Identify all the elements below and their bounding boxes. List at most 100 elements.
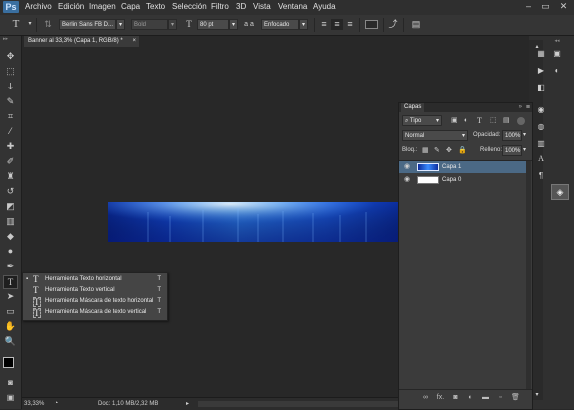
zoom-level[interactable]: 33,33% [24,398,44,410]
flyout-item-vertical-type-mask[interactable]: T Herramienta Máscara de texto vertical … [23,307,167,318]
chevron-down-icon[interactable]: ▾ [299,19,308,30]
layers-panel-toggle-icon[interactable]: ◈ [551,184,569,200]
maximize-icon[interactable]: ▭ [541,2,550,11]
flyout-item-horizontal-type[interactable]: ▪ T Herramienta Texto horizontal T [23,274,167,285]
filter-type-icon[interactable]: T [477,115,482,126]
actions-panel-icon[interactable]: ▶ [535,65,547,76]
chevron-down-icon[interactable]: ▾ [116,19,125,30]
warp-text-icon[interactable]: ⤴ [387,19,399,30]
history-panel-icon[interactable]: ▦ [535,48,547,59]
menu-imagen[interactable]: Imagen [89,2,116,11]
filter-adjustment-icon[interactable]: ◐ [464,115,468,126]
blur-tool-icon[interactable]: ◆ [4,230,17,242]
opacity-field[interactable]: 100% [502,130,522,141]
chevron-down-icon[interactable]: ▾ [523,130,526,141]
zoom-tool-icon[interactable]: 🔍 [4,335,17,347]
brush-tool-icon[interactable]: ✐ [4,155,17,167]
menu-ventana[interactable]: Ventana [278,2,307,11]
layer-filter-select[interactable]: ⌕ Tipo ▾ [402,115,442,126]
close-icon[interactable]: ✕ [559,2,568,11]
lock-all-icon[interactable]: 🔒 [458,145,467,156]
font-style-select[interactable]: Bold [131,19,168,30]
menu-vista[interactable]: Vista [253,2,271,11]
character-panel-icon[interactable]: A [535,153,547,164]
eraser-tool-icon[interactable]: ◩ [4,200,17,212]
foreground-color-swatch[interactable] [3,357,14,368]
blend-mode-select[interactable]: Normal ▾ [402,130,468,141]
history-brush-icon[interactable]: ↺ [4,185,17,197]
filter-smart-object-icon[interactable]: ▤ [503,115,510,126]
font-family-select[interactable]: Berlin Sans FB D... [59,19,116,30]
chevron-down-icon[interactable]: ▾ [523,145,526,156]
banner-image[interactable] [108,202,398,242]
text-orientation-icon[interactable]: ⇅ [42,19,54,30]
new-layer-icon[interactable]: ▫ [496,393,505,402]
document-tab[interactable]: Banner al 33,3% (Capa 1, RGB/8) * × [24,36,139,47]
lock-position-icon[interactable]: ✥ [446,145,452,156]
navigator-panel-icon[interactable]: ◐ [551,65,563,76]
align-left-icon[interactable]: ≡ [318,19,330,30]
collapse-icon[interactable]: » [519,103,522,112]
flyout-item-vertical-type[interactable]: T Herramienta Texto vertical T [23,285,167,296]
path-selection-icon[interactable]: ➤ [4,290,17,302]
adjustment-icon[interactable]: ◐ [466,393,475,402]
character-panel-icon[interactable]: ▤ [410,19,422,30]
menu-filtro[interactable]: Filtro [211,2,229,11]
filter-pixel-icon[interactable]: ▣ [451,115,458,126]
type-tool-icon[interactable]: T [3,275,18,289]
text-color-swatch[interactable] [365,20,378,29]
adjustments-panel-icon[interactable]: ◍ [535,121,547,132]
panel-menu-icon[interactable]: ≡ [526,103,530,112]
screen-mode-icon[interactable]: ▣ [4,392,17,404]
styles-panel-icon[interactable]: ▣ [551,48,563,59]
gradient-tool-icon[interactable]: ▥ [4,215,17,227]
lock-transparency-icon[interactable]: ▦ [422,145,429,156]
chevron-down-icon[interactable]: ▾ [168,19,177,30]
layer-row-capa-1[interactable]: ◉ Capa 1 [399,161,526,173]
text-tool-preset-icon[interactable]: T [10,19,22,30]
crop-tool-icon[interactable]: ⌗ [4,110,17,122]
layers-scrollbar[interactable] [526,161,531,389]
hand-tool-icon[interactable]: ✋ [4,320,17,332]
eyedropper-icon[interactable]: ⁄ [4,125,17,137]
font-size-field[interactable]: 80 pt [197,19,229,30]
menu-texto[interactable]: Texto [146,2,165,11]
antialias-select[interactable]: Enfocado [261,19,299,30]
move-tool-icon[interactable]: ✥ [4,50,17,62]
quick-mask-icon[interactable]: ◙ [4,377,17,389]
status-menu-arrow-icon[interactable]: ▸ [186,398,189,410]
panel-grip-icon[interactable]: ▸▸ [3,37,18,42]
menu-3d[interactable]: 3D [236,2,246,11]
clone-stamp-icon[interactable]: ♜ [4,170,17,182]
filter-shape-icon[interactable]: ⬚ [490,115,497,126]
align-right-icon[interactable]: ≡ [344,19,356,30]
minimize-icon[interactable]: – [524,2,533,11]
menu-capa[interactable]: Capa [121,2,140,11]
align-center-icon[interactable]: ≡ [331,19,343,30]
layers-tab[interactable]: Capas [401,103,425,112]
collapse-panels-icon[interactable]: ◂◂ [551,36,563,47]
folder-icon[interactable]: ▬ [481,393,490,402]
chevron-down-icon[interactable]: ▾ [229,19,238,30]
healing-brush-icon[interactable]: ✚ [4,140,17,152]
info-panel-icon[interactable]: ◧ [535,82,547,93]
lock-pixels-icon[interactable]: ✎ [434,145,440,156]
quick-selection-icon[interactable]: ✎ [4,95,17,107]
link-icon[interactable]: ∞ [421,393,430,402]
menu-seleccion[interactable]: Selección [172,2,207,11]
chevron-down-icon[interactable]: ▾ [24,19,36,30]
paragraph-panel-icon[interactable]: ¶ [535,170,547,181]
lasso-tool-icon[interactable]: ↆ [4,80,17,92]
rectangle-tool-icon[interactable]: ▭ [4,305,17,317]
dodge-tool-icon[interactable]: ● [4,245,17,257]
menu-edicion[interactable]: Edición [58,2,84,11]
pen-tool-icon[interactable]: ✒ [4,260,17,272]
mask-icon[interactable]: ◙ [451,393,460,402]
trash-icon[interactable]: 🗑 [511,393,520,402]
flyout-item-horizontal-type-mask[interactable]: T Herramienta Máscara de texto horizonta… [23,296,167,307]
layer-row-capa-0[interactable]: ◉ Capa 0 [399,174,526,186]
swatches-panel-icon[interactable]: ▥ [535,138,547,149]
export-icon[interactable]: ◔ [54,398,58,410]
menu-archivo[interactable]: Archivo [25,2,52,11]
fill-field[interactable]: 100% [502,145,522,156]
